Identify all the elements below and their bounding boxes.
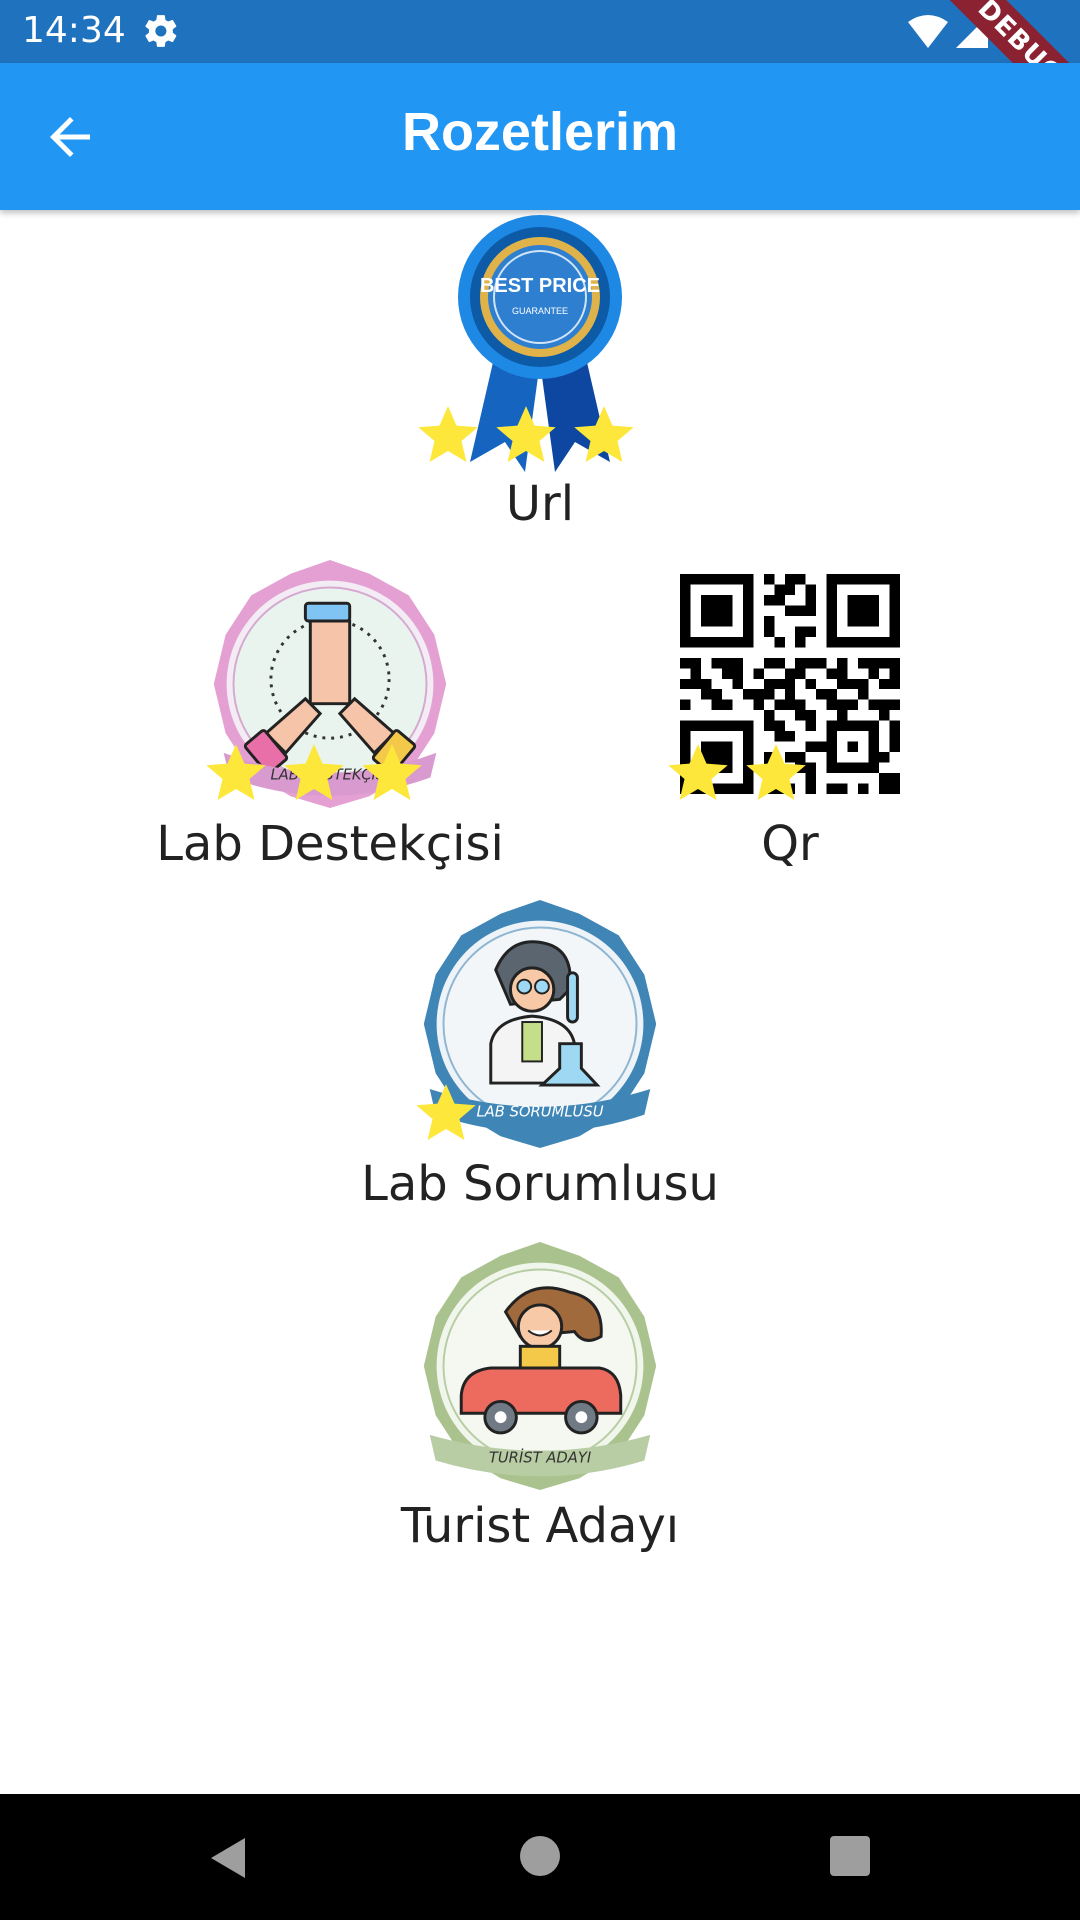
- star-icon: [574, 406, 634, 462]
- nav-recents-icon[interactable]: [830, 1836, 870, 1876]
- badge-turist-adayi[interactable]: TURİST ADAYI Turist Adayı: [340, 1234, 740, 1564]
- badge-lab-destekcisi[interactable]: LAB DESTEKÇİSİ Lab Destekçisi: [130, 552, 530, 882]
- system-nav-bar: [0, 1794, 1080, 1920]
- badge-label: Lab Sorumlusu: [361, 1156, 719, 1212]
- status-time: 14:34: [22, 10, 126, 51]
- wifi-icon: [908, 15, 948, 48]
- star-rating: [202, 740, 442, 810]
- badge-qr[interactable]: Qr: [640, 552, 940, 882]
- star-icon: [284, 744, 344, 800]
- badge-label: Url: [505, 476, 575, 532]
- app-bar: Rozetlerim: [0, 63, 1080, 210]
- badge-url[interactable]: BEST PRICE GUARANTEE Url: [410, 212, 670, 532]
- badge-ribbon-text: TURİST ADAYI: [489, 1448, 591, 1466]
- medal-text: BEST PRICE: [480, 275, 600, 297]
- tourist-car-badge-image: TURİST ADAYI: [423, 1241, 657, 1491]
- badge-label: Turist Adayı: [400, 1498, 680, 1554]
- medal-subtext: GUARANTEE: [512, 306, 568, 316]
- badge-label: Qr: [761, 816, 819, 872]
- status-bar: 14:34 DEBUG: [0, 0, 1080, 141]
- star-icon: [206, 744, 266, 800]
- star-rating: [414, 402, 654, 472]
- nav-back-icon[interactable]: [205, 1834, 253, 1882]
- star-rating: [664, 740, 834, 810]
- star-rating: [412, 1080, 492, 1150]
- star-icon: [416, 1084, 476, 1140]
- settings-gear-icon: [145, 15, 177, 47]
- badge-lab-sorumlusu[interactable]: LAB SORUMLUSU Lab Sorumlusu: [340, 892, 740, 1222]
- star-icon: [746, 744, 806, 800]
- nav-home-icon[interactable]: [520, 1836, 560, 1876]
- star-icon: [496, 406, 556, 462]
- badge-ribbon-text: LAB SORUMLUSU: [476, 1104, 603, 1121]
- page-title: Rozetlerim: [401, 102, 679, 162]
- badge-label: Lab Destekçisi: [156, 816, 504, 872]
- star-icon: [668, 744, 728, 800]
- star-icon: [362, 744, 422, 800]
- star-icon: [418, 406, 478, 462]
